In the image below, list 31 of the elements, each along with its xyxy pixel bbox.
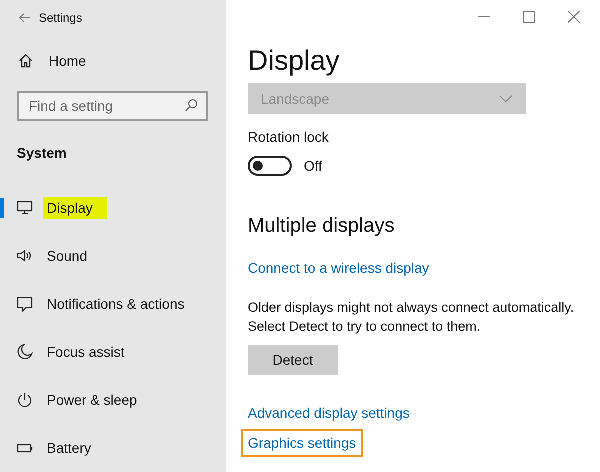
search-field[interactable]: Find a setting [17, 91, 208, 121]
nav-item[interactable]: Notifications & actions [0, 292, 226, 316]
page-title: Display [248, 44, 341, 78]
nav-item[interactable]: Focus assist [0, 340, 226, 364]
note-text: Older displays might not always connect automatically. Select Detect to try to connect to them. [248, 299, 574, 336]
monitor-icon [17, 200, 33, 216]
nav-item[interactable]: Display [0, 196, 226, 220]
nav-item[interactable]: Power & sleep [0, 388, 226, 412]
close-icon[interactable] [568, 11, 580, 23]
home-icon [18, 53, 34, 69]
chevron-down-icon [499, 94, 513, 102]
home-nav-item[interactable]: Home [18, 50, 86, 72]
power-icon [17, 392, 33, 408]
section-heading: Multiple displays [248, 214, 395, 238]
connect-link[interactable]: Connect to a wireless display [248, 260, 430, 276]
search-icon [185, 99, 198, 112]
maximize-icon[interactable] [523, 11, 535, 23]
settings-link[interactable]: Graphics settings [241, 429, 364, 457]
rotation-lock-toggle[interactable] [248, 156, 292, 176]
back-arrow-icon[interactable] [19, 13, 31, 23]
moon-icon [17, 344, 33, 360]
setting-label: Rotation lock [248, 129, 329, 145]
settings-link[interactable]: Advanced display settings [248, 405, 410, 421]
window-title: Settings [39, 11, 82, 25]
section-heading: System [17, 145, 67, 161]
toggle-state-text: Off [304, 158, 322, 174]
nav-item[interactable]: Battery [0, 436, 226, 460]
nav-item[interactable]: Sound [0, 244, 226, 268]
detect-button[interactable]: Detect [248, 345, 338, 375]
speaker-icon [17, 248, 33, 264]
speech-bubble-icon [17, 296, 33, 312]
